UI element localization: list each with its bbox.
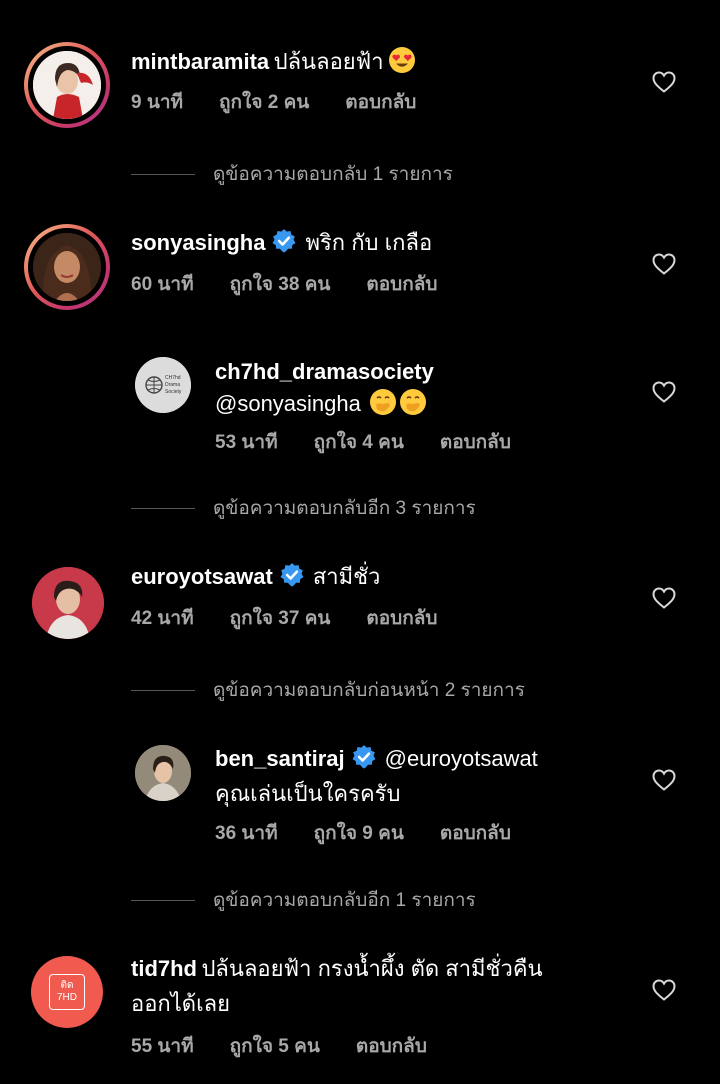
reply-button[interactable]: ตอบกลับ	[440, 432, 511, 453]
likes-count[interactable]: ถูกใจ 37 คน	[230, 608, 331, 629]
timestamp: 42 นาที	[131, 608, 194, 629]
view-replies-button[interactable]: ดูข้อความตอบกลับอีก 1 รายการ	[131, 889, 476, 913]
comment-sonyasingha: sonyasingha พริก กับ เกลือ 60 นาที ถูกใจ 3…	[0, 222, 720, 312]
comment-text[interactable]: @sonyasingha	[215, 391, 361, 416]
avatar[interactable]: CH7hd Drama Society	[135, 357, 191, 413]
likes-count[interactable]: ถูกใจ 2 คน	[219, 92, 309, 113]
comment-mintbaramita: mintbaramita ปล้นลอยฟ้า 9 นาที ถูกใจ 2 คน…	[0, 40, 720, 130]
comment-text: ปล้นลอยฟ้า	[273, 49, 384, 74]
heart-eyes-emoji-icon	[389, 47, 416, 73]
verified-badge-icon	[279, 562, 305, 588]
avatar[interactable]: ติด 7HD	[31, 956, 103, 1028]
reply-button[interactable]: ตอบกลับ	[356, 1036, 427, 1057]
comment-text: ปล้นลอยฟ้า กรงน้ำผึ้ง ตัด สามีชั่วคืน	[201, 956, 543, 981]
avatar[interactable]	[32, 567, 104, 639]
avatar-ch7hd-logo: CH7hd Drama Society	[135, 357, 191, 413]
avatar-mintbaramita-image	[33, 51, 101, 119]
view-previous-replies-button[interactable]: ดูข้อความตอบกลับก่อนหน้า 2 รายการ	[131, 679, 525, 703]
reply-ch7hd-dramasociety: CH7hd Drama Society ch7hd_dramasociety @…	[0, 355, 720, 465]
svg-text:CH7hd: CH7hd	[165, 375, 181, 381]
heart-like-icon[interactable]	[652, 71, 676, 93]
reply-button[interactable]: ตอบกลับ	[366, 274, 437, 295]
comment-tid7hd: ติด 7HD tid7hd ปล้นลอยฟ้า กรงน้ำผึ้ง ตัด…	[0, 950, 720, 1070]
svg-text:Society: Society	[165, 389, 182, 395]
svg-text:Drama: Drama	[165, 382, 180, 388]
timestamp: 9 นาที	[131, 92, 184, 113]
comment-text-continued: ออกได้เลย	[131, 991, 230, 1016]
avatar-sonyasingha-image	[33, 233, 101, 301]
reply-button[interactable]: ตอบกลับ	[345, 92, 416, 113]
comment-text: สามีชั่ว	[312, 564, 381, 589]
username[interactable]: sonyasingha	[131, 230, 265, 255]
verified-badge-icon	[271, 228, 297, 254]
username[interactable]: ch7hd_dramasociety	[215, 359, 434, 384]
heart-like-icon[interactable]	[652, 381, 676, 403]
avatar-euroyotsawat-image	[32, 567, 104, 639]
avatar-ben-santiraj-image	[135, 745, 191, 801]
username[interactable]: tid7hd	[131, 956, 197, 981]
heart-like-icon[interactable]	[652, 769, 676, 791]
reply-ben-santiraj: ben_santiraj @euroyotsawat คุณเล่นเป็นใคร…	[0, 742, 720, 852]
divider	[131, 508, 195, 510]
hand-over-mouth-emoji-icon	[400, 389, 427, 415]
username[interactable]: mintbaramita	[131, 49, 269, 74]
avatar-tid7hd-logo: ติด 7HD	[49, 974, 85, 1010]
timestamp: 53 นาที	[215, 432, 278, 453]
divider	[131, 900, 195, 902]
verified-badge-icon	[351, 744, 377, 770]
likes-count[interactable]: ถูกใจ 38 คน	[230, 274, 331, 295]
heart-like-icon[interactable]	[652, 979, 676, 1001]
likes-count[interactable]: ถูกใจ 9 คน	[314, 823, 404, 844]
divider	[131, 690, 195, 692]
heart-like-icon[interactable]	[652, 253, 676, 275]
username[interactable]: euroyotsawat	[131, 564, 273, 589]
hand-over-mouth-emoji-icon	[370, 389, 397, 415]
likes-count[interactable]: ถูกใจ 5 คน	[230, 1036, 320, 1057]
view-replies-button[interactable]: ดูข้อความตอบกลับอีก 3 รายการ	[131, 497, 476, 521]
timestamp: 36 นาที	[215, 823, 278, 844]
timestamp: 60 นาที	[131, 274, 194, 295]
heart-like-icon[interactable]	[652, 587, 676, 609]
comment-text: คุณเล่นเป็นใครครับ	[215, 781, 401, 806]
reply-button[interactable]: ตอบกลับ	[440, 823, 511, 844]
likes-count[interactable]: ถูกใจ 4 คน	[314, 432, 404, 453]
avatar[interactable]	[135, 745, 191, 801]
divider	[131, 174, 195, 176]
view-replies-button[interactable]: ดูข้อความตอบกลับ 1 รายการ	[131, 163, 453, 187]
reply-button[interactable]: ตอบกลับ	[366, 608, 437, 629]
username[interactable]: ben_santiraj	[215, 746, 345, 771]
avatar[interactable]	[33, 51, 101, 119]
timestamp: 55 นาที	[131, 1036, 194, 1057]
mention-link[interactable]: @euroyotsawat	[385, 746, 538, 771]
comment-euroyotsawat: euroyotsawat สามีชั่ว 42 นาที ถูกใจ 37 คน ต…	[0, 562, 720, 642]
avatar[interactable]	[33, 233, 101, 301]
comment-text: พริก กับ เกลือ	[305, 230, 433, 255]
